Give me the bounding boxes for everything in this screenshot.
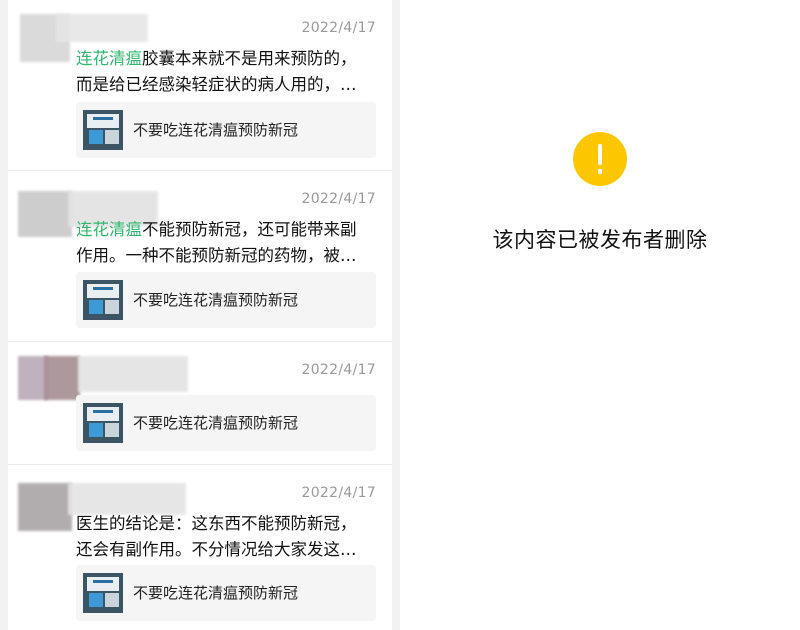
warning-icon [573,132,627,186]
article-thumbnail [83,110,123,150]
list-item[interactable]: 2022/4/17 不要吃连花清瘟预防新冠 [8,342,392,464]
avatar[interactable] [18,356,188,402]
post-date: 2022/4/17 [301,485,376,501]
post-text-line: 胶囊本来就不是用来预防的， [142,49,357,68]
post-text-line: 不能预防新冠，还可能带来副 [142,220,357,239]
shared-article-card[interactable]: 不要吃连花清瘟预防新冠 [76,102,376,158]
post-text-line: 还会有副作用。不分情况给大家发这… [76,540,357,559]
article-title: 不要吃连花清瘟预防新冠 [133,584,299,602]
post-text[interactable]: 连花清瘟胶囊本来就不是用来预防的， 而是给已经感染轻症状的病人用的，… [76,46,376,98]
post-text-line: 作用。一种不能预防新冠的药物，被… [76,246,357,265]
shared-article-card[interactable]: 不要吃连花清瘟预防新冠 [76,395,376,451]
post-date: 2022/4/17 [301,20,376,36]
panel-divider [392,0,400,630]
post-text[interactable]: 医生的结论是：这东西不能预防新冠， 还会有副作用。不分情况给大家发这… [76,511,376,563]
highlight-keyword: 连花清瘟 [76,49,142,68]
shared-article-card[interactable]: 不要吃连花清瘟预防新冠 [76,272,376,328]
article-thumbnail [83,280,123,320]
highlight-keyword: 连花清瘟 [76,220,142,239]
article-title: 不要吃连花清瘟预防新冠 [133,291,299,309]
post-text-line: 医生的结论是：这东西不能预防新冠， [76,514,357,533]
post-date: 2022/4/17 [301,362,376,378]
post-text[interactable]: 连花清瘟不能预防新冠，还可能带来副 作用。一种不能预防新冠的药物，被… [76,217,376,269]
avatar[interactable] [18,185,158,237]
article-title: 不要吃连花清瘟预防新冠 [133,414,299,432]
article-title: 不要吃连花清瘟预防新冠 [133,121,299,139]
article-thumbnail [83,573,123,613]
deleted-content-panel: 该内容已被发布者删除 [400,0,800,630]
post-feed: 2022/4/17 连花清瘟胶囊本来就不是用来预防的， 而是给已经感染轻症状的病… [8,0,392,630]
list-item[interactable]: 2022/4/17 连花清瘟不能预防新冠，还可能带来副 作用。一种不能预防新冠的… [8,171,392,341]
avatar[interactable] [18,14,148,62]
avatar[interactable] [18,479,186,531]
list-item[interactable]: 2022/4/17 连花清瘟胶囊本来就不是用来预防的， 而是给已经感染轻症状的病… [8,0,392,170]
post-text-line: 而是给已经感染轻症状的病人用的，… [76,75,357,94]
list-item[interactable]: 2022/4/17 医生的结论是：这东西不能预防新冠， 还会有副作用。不分情况给… [8,465,392,630]
post-date: 2022/4/17 [301,191,376,207]
article-thumbnail [83,403,123,443]
deleted-message: 该内容已被发布者删除 [492,228,708,252]
shared-article-card[interactable]: 不要吃连花清瘟预防新冠 [76,565,376,621]
